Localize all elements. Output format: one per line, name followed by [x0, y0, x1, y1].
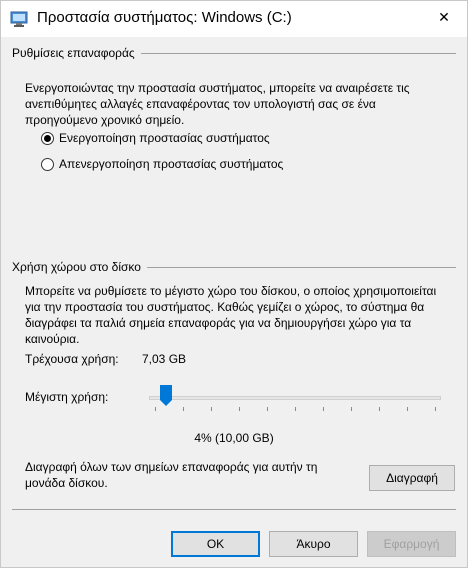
slider-tick — [295, 407, 296, 411]
radio-selected-dot — [44, 134, 51, 142]
close-icon: ✕ — [438, 8, 450, 25]
enable-protection-radio[interactable]: Ενεργοποίηση προστασίας συστήματος — [41, 129, 270, 147]
disk-usage-header: Χρήση χώρου στο δίσκο — [12, 260, 141, 274]
slider-ticks — [149, 407, 441, 412]
radio-circle[interactable] — [41, 157, 54, 171]
enable-protection-label[interactable]: Ενεργοποίηση προστασίας συστήματος — [59, 131, 270, 145]
slider-tick — [435, 407, 436, 411]
cancel-button[interactable]: Άκυρο — [269, 531, 358, 557]
disk-usage-description: Μπορείτε να ρυθμίσετε το μέγιστο χώρο το… — [25, 284, 437, 346]
slider-tick — [379, 407, 380, 411]
close-button[interactable]: ✕ — [421, 1, 467, 33]
slider-thumb[interactable] — [160, 385, 172, 407]
section-divider — [146, 266, 456, 268]
delete-description: Διαγραφή όλων των σημείων επαναφοράς για… — [25, 460, 318, 490]
slider-track[interactable] — [149, 396, 441, 400]
max-usage-readout: 4% (10,00 GB) — [194, 431, 274, 445]
slider-tick — [211, 407, 212, 411]
title-bar[interactable]: Προστασία συστήματος: Windows (C:) ✕ — [1, 1, 467, 37]
max-usage-label: Μέγιστη χρήση: — [25, 390, 109, 404]
slider-tick — [407, 407, 408, 411]
ok-button[interactable]: OK — [171, 531, 260, 557]
current-usage-value: 7,03 GB — [142, 352, 187, 366]
restore-settings-header: Ρυθμίσεις επαναφοράς — [12, 46, 135, 60]
restore-settings-description: Ενεργοποιώντας την προστασία συστήματος,… — [25, 81, 410, 127]
system-protection-dialog: Προστασία συστήματος: Windows (C:) ✕ Ρυθ… — [0, 0, 468, 568]
restore-settings-group: Ρυθμίσεις επαναφοράς — [12, 45, 456, 61]
radio-circle[interactable] — [41, 131, 54, 145]
section-divider — [140, 52, 456, 54]
delete-restore-points-button[interactable]: Διαγραφή — [369, 465, 455, 491]
slider-tick — [351, 407, 352, 411]
footer-divider — [12, 509, 456, 510]
disable-protection-radio[interactable]: Απενεργοποίηση προστασίας συστήματος — [41, 155, 283, 173]
disable-protection-label[interactable]: Απενεργοποίηση προστασίας συστήματος — [59, 157, 283, 171]
slider-tick — [239, 407, 240, 411]
slider-tick — [155, 407, 156, 411]
slider-tick — [323, 407, 324, 411]
apply-button: Εφαρμογή — [367, 531, 456, 557]
computer-icon — [10, 11, 28, 27]
max-usage-slider[interactable] — [149, 385, 443, 413]
window-title: Προστασία συστήματος: Windows (C:) — [37, 9, 292, 26]
slider-tick — [267, 407, 268, 411]
current-usage-label: Τρέχουσα χρήση: — [25, 352, 119, 366]
slider-tick — [183, 407, 184, 411]
disk-usage-group: Χρήση χώρου στο δίσκο — [12, 259, 456, 275]
